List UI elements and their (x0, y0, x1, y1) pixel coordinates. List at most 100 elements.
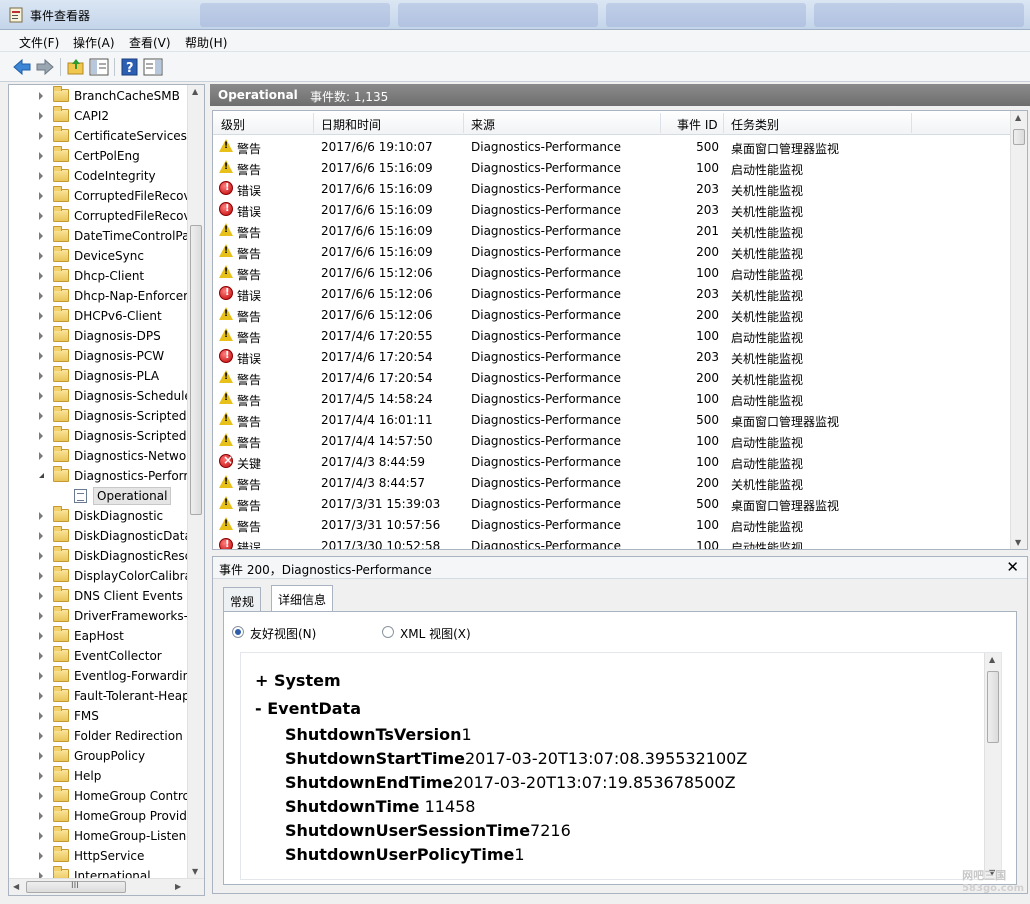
back-arrow-icon[interactable] (12, 57, 32, 77)
menu-view[interactable]: 查看(V) (129, 34, 171, 51)
tree-item[interactable]: HttpService (9, 846, 189, 866)
tab-details[interactable]: 详细信息 (271, 585, 334, 612)
table-row[interactable]: 警告 2017/4/4 14:57:50 Diagnostics-Performan… (213, 430, 1011, 451)
table-row[interactable]: 警告 2017/4/3 8:44:57 Diagnostics-Performanc… (213, 472, 1011, 493)
collapsed-arrow-icon[interactable] (39, 692, 43, 700)
collapsed-arrow-icon[interactable] (39, 332, 43, 340)
table-row[interactable]: 警告 2017/6/6 15:16:09 Diagnostics-Performan… (213, 220, 1011, 241)
tree-item[interactable]: Diagnosis-DPS (9, 326, 189, 346)
column-header-level[interactable]: 级别 (221, 116, 245, 133)
collapsed-arrow-icon[interactable] (39, 232, 43, 240)
column-header-source[interactable]: 来源 (471, 116, 495, 133)
help-icon[interactable]: ? (120, 57, 140, 77)
table-row[interactable]: 警告 2017/6/6 15:12:06 Diagnostics-Performan… (213, 262, 1011, 283)
tree-item[interactable]: DiskDiagnosticData (9, 526, 189, 546)
collapsed-arrow-icon[interactable] (39, 152, 43, 160)
up-folder-icon[interactable] (66, 57, 86, 77)
show-hide-action-pane-icon[interactable] (143, 57, 163, 77)
tree-item[interactable]: HomeGroup-Listene (9, 826, 189, 846)
tree-item[interactable]: CAPI2 (9, 106, 189, 126)
collapsed-arrow-icon[interactable] (39, 392, 43, 400)
event-list-scrollbar[interactable]: ▲ ▼ (1010, 111, 1027, 549)
log-tree[interactable]: BranchCacheSMB CAPI2 CertificateServicesC C… (8, 84, 205, 896)
menu-file[interactable]: 文件(F) (19, 34, 59, 51)
collapsed-arrow-icon[interactable] (39, 312, 43, 320)
collapsed-arrow-icon[interactable] (39, 552, 43, 560)
table-row[interactable]: 错误 2017/6/6 15:16:09 Diagnostics-Performan… (213, 199, 1011, 220)
tree-item[interactable]: EventCollector (9, 646, 189, 666)
table-row[interactable]: 警告 2017/4/6 17:20:54 Diagnostics-Performan… (213, 367, 1011, 388)
tree-horizontal-scrollbar[interactable]: ◀ III ▶ (9, 878, 204, 895)
tree-item[interactable]: Diagnostics-Networ (9, 446, 189, 466)
tree-item[interactable]: BranchCacheSMB (9, 86, 189, 106)
tab-general[interactable]: 常规 (223, 587, 262, 611)
scrollbar-thumb[interactable] (987, 671, 999, 743)
table-row[interactable]: 错误 2017/3/30 10:52:58 Diagnostics-Performa… (213, 535, 1011, 549)
event-list[interactable]: 级别 日期和时间 来源 事件 ID 任务类别 警告 2017/6/6 19:10:… (212, 110, 1028, 550)
table-row[interactable]: 警告 2017/6/6 15:12:06 Diagnostics-Performan… (213, 304, 1011, 325)
column-header-event-id[interactable]: 事件 ID (677, 116, 718, 133)
tree-item[interactable]: DHCPv6-Client (9, 306, 189, 326)
tree-item[interactable]: CorruptedFileRecov (9, 206, 189, 226)
tree-item[interactable]: Diagnosis-Scripted (9, 406, 189, 426)
collapsed-arrow-icon[interactable] (39, 792, 43, 800)
tree-item[interactable]: DiskDiagnostic (9, 506, 189, 526)
collapsed-arrow-icon[interactable] (39, 292, 43, 300)
tree-item[interactable]: DriverFrameworks-U (9, 606, 189, 626)
collapsed-arrow-icon[interactable] (39, 612, 43, 620)
tree-item[interactable]: Folder Redirection (9, 726, 189, 746)
table-row[interactable]: 警告 2017/6/6 15:16:09 Diagnostics-Performan… (213, 241, 1011, 262)
collapsed-arrow-icon[interactable] (39, 352, 43, 360)
collapsed-arrow-icon[interactable] (39, 112, 43, 120)
close-icon[interactable]: ✕ (1006, 558, 1019, 576)
detail-scrollbar[interactable]: ▲ ▼ (984, 653, 1001, 879)
tree-item[interactable]: Dhcp-Client (9, 266, 189, 286)
table-row[interactable]: 警告 2017/6/6 19:10:07 Diagnostics-Performan… (213, 136, 1011, 157)
table-row[interactable]: 警告 2017/4/4 16:01:11 Diagnostics-Performan… (213, 409, 1011, 430)
tree-item[interactable]: HomeGroup Provid (9, 806, 189, 826)
tree-item[interactable]: DNS Client Events (9, 586, 189, 606)
table-row[interactable]: 错误 2017/6/6 15:12:06 Diagnostics-Performan… (213, 283, 1011, 304)
collapsed-arrow-icon[interactable] (39, 672, 43, 680)
xml-view-radio[interactable] (382, 626, 394, 638)
forward-arrow-icon[interactable] (35, 57, 55, 77)
xml-view-label[interactable]: XML 视图(X) (400, 625, 471, 642)
collapsed-arrow-icon[interactable] (39, 212, 43, 220)
tree-item[interactable]: Eventlog-Forwardin (9, 666, 189, 686)
tree-item[interactable]: Help (9, 766, 189, 786)
table-row[interactable]: 错误 2017/4/6 17:20:54 Diagnostics-Performan… (213, 346, 1011, 367)
collapsed-arrow-icon[interactable] (39, 412, 43, 420)
eventdata-section-toggle[interactable]: - EventData (255, 699, 361, 718)
table-row[interactable]: 警告 2017/4/5 14:58:24 Diagnostics-Performan… (213, 388, 1011, 409)
collapsed-arrow-icon[interactable] (39, 192, 43, 200)
collapsed-arrow-icon[interactable] (39, 652, 43, 660)
collapsed-arrow-icon[interactable] (39, 752, 43, 760)
collapsed-arrow-icon[interactable] (39, 372, 43, 380)
scrollbar-thumb[interactable] (1013, 129, 1025, 145)
collapsed-arrow-icon[interactable] (39, 92, 43, 100)
tree-item[interactable]: Diagnosis-ScriptedI (9, 426, 189, 446)
collapsed-arrow-icon[interactable] (39, 832, 43, 840)
tree-item[interactable]: GroupPolicy (9, 746, 189, 766)
collapsed-arrow-icon[interactable] (39, 432, 43, 440)
tree-item[interactable]: DateTimeControlPa (9, 226, 189, 246)
tree-item[interactable]: Dhcp-Nap-Enforcer (9, 286, 189, 306)
collapsed-arrow-icon[interactable] (39, 172, 43, 180)
tree-item[interactable]: Diagnosis-PCW (9, 346, 189, 366)
tree-item[interactable]: Fault-Tolerant-Heap (9, 686, 189, 706)
tree-item[interactable]: Diagnosis-PLA (9, 366, 189, 386)
tree-item[interactable]: EapHost (9, 626, 189, 646)
table-row[interactable]: 错误 2017/6/6 15:16:09 Diagnostics-Performan… (213, 178, 1011, 199)
collapsed-arrow-icon[interactable] (39, 632, 43, 640)
table-row[interactable]: 警告 2017/3/31 10:57:56 Diagnostics-Performa… (213, 514, 1011, 535)
tree-item[interactable]: FMS (9, 706, 189, 726)
scrollbar-thumb[interactable] (190, 225, 202, 515)
menu-help[interactable]: 帮助(H) (185, 34, 227, 51)
collapsed-arrow-icon[interactable] (39, 852, 43, 860)
tree-item[interactable]: Diagnostics-Perforr (9, 466, 189, 486)
tree-item[interactable]: DeviceSync (9, 246, 189, 266)
scrollbar-thumb[interactable]: III (26, 881, 126, 893)
collapsed-arrow-icon[interactable] (39, 812, 43, 820)
collapsed-arrow-icon[interactable] (39, 272, 43, 280)
collapsed-arrow-icon[interactable] (39, 512, 43, 520)
